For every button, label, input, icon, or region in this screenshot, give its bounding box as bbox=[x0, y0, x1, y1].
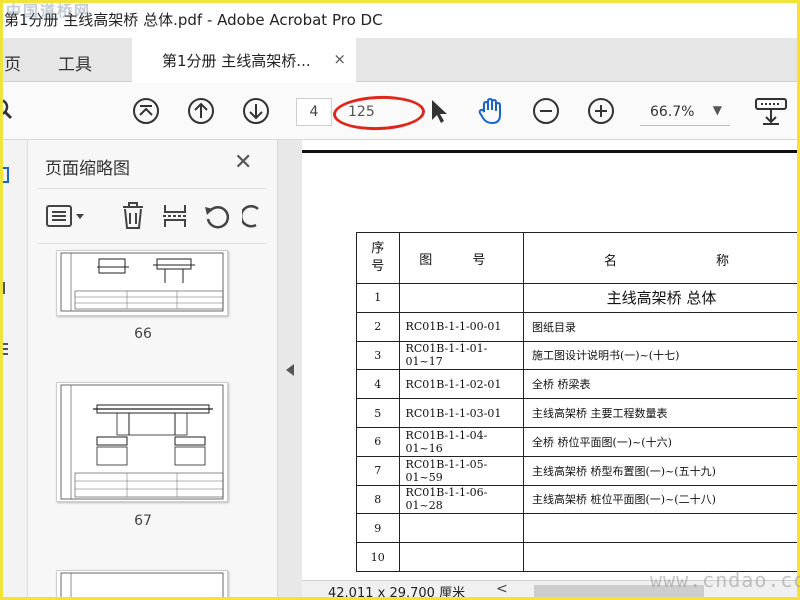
row-drawing-code bbox=[398, 513, 524, 544]
window-titlebar: 第1分册 主线高架桥 总体.pdf - Adobe Acrobat Pro DC bbox=[0, 0, 800, 38]
watermark-top: 中国道桥网 bbox=[6, 2, 92, 20]
previous-page-icon[interactable] bbox=[186, 96, 216, 126]
table-row: 7 RC01B-1-1-05-01~59 主线高架桥 桥型布置图(一)~(五十九) bbox=[356, 455, 800, 486]
row-number: 7 bbox=[356, 455, 400, 486]
row-drawing-code bbox=[398, 542, 524, 572]
header-code: 图 号 bbox=[398, 232, 524, 284]
row-drawing-code: RC01B-1-1-06-01~28 bbox=[398, 484, 524, 515]
rotate-counterclockwise-icon[interactable] bbox=[202, 201, 232, 231]
document-view[interactable]: 序号 图 号 名 称 1 主线高架桥 总体 2 RC01B-1-1-00-01 图纸目录… bbox=[302, 140, 800, 580]
zoom-in-icon[interactable] bbox=[586, 96, 616, 126]
table-row: 5 RC01B-1-1-03-01 主线高架桥 主要工程数量表 bbox=[356, 398, 800, 428]
search-icon[interactable] bbox=[0, 96, 24, 126]
row-number: 5 bbox=[356, 398, 400, 428]
left-rail bbox=[0, 140, 28, 600]
thumbnail-label: 66 bbox=[134, 326, 152, 342]
row-drawing-code bbox=[398, 283, 524, 313]
header-no: 序号 bbox=[356, 232, 400, 284]
table-row: 2 RC01B-1-1-00-01 图纸目录 bbox=[356, 311, 800, 342]
table-row: 9 bbox=[356, 513, 800, 544]
row-number: 8 bbox=[356, 484, 400, 515]
delete-page-icon[interactable] bbox=[120, 201, 146, 231]
row-drawing-name: 全桥 桥位平面图(一)~(十六) bbox=[522, 426, 800, 457]
hand-tool-icon[interactable] bbox=[476, 96, 506, 126]
tab-home[interactable]: 页 bbox=[4, 50, 21, 75]
tab-document[interactable]: 第1分册 主线高架桥... × bbox=[132, 38, 356, 82]
page-thumbnail-68[interactable] bbox=[56, 570, 228, 600]
thumbnail-drawing bbox=[60, 252, 224, 312]
table-row: 3 RC01B-1-1-01-01~17 施工图设计说明书(一)~(十七) bbox=[356, 340, 800, 371]
header-name: 名 称 bbox=[522, 232, 800, 284]
page-thumbnail-66[interactable] bbox=[56, 250, 228, 316]
row-drawing-code: RC01B-1-1-03-01 bbox=[398, 398, 524, 428]
row-number: 10 bbox=[356, 542, 400, 572]
row-drawing-name: 主线高架桥 总体 bbox=[522, 283, 800, 313]
header-name-right: 称 bbox=[715, 254, 729, 269]
zoom-out-icon[interactable] bbox=[531, 96, 561, 126]
select-cursor-icon[interactable] bbox=[424, 96, 454, 126]
bookmark-icon[interactable] bbox=[2, 280, 10, 296]
table-header-row: 序号 图 号 名 称 bbox=[356, 232, 800, 284]
thumbnail-drawing bbox=[60, 572, 224, 600]
row-number: 9 bbox=[356, 513, 400, 544]
page-border-line bbox=[302, 150, 800, 153]
row-drawing-name: 主线高架桥 桥型布置图(一)~(五十九) bbox=[522, 455, 800, 486]
row-number: 1 bbox=[356, 283, 400, 313]
page-thumbnail-67[interactable] bbox=[56, 382, 228, 502]
row-drawing-name bbox=[522, 513, 800, 544]
row-number: 4 bbox=[356, 369, 400, 400]
extract-page-icon[interactable] bbox=[162, 201, 188, 231]
tab-document-label: 第1分册 主线高架桥... bbox=[162, 51, 311, 70]
thumbnail-panel: 页面缩略图 ✕ 66 67 bbox=[28, 140, 299, 600]
close-icon[interactable]: ✕ bbox=[234, 150, 252, 175]
row-number: 6 bbox=[356, 426, 400, 457]
row-drawing-code: RC01B-1-1-01-01~17 bbox=[398, 340, 524, 371]
panel-collapse-strip[interactable] bbox=[278, 140, 302, 600]
watermark-bottom: www.cndao.com bbox=[650, 568, 800, 592]
table-row: 1 主线高架桥 总体 bbox=[356, 283, 800, 313]
row-drawing-code: RC01B-1-1-02-01 bbox=[398, 369, 524, 400]
table-row: 8 RC01B-1-1-06-01~28 主线高架桥 桩位平面图(一)~(二十八) bbox=[356, 484, 800, 515]
drawing-index-table: 序号 图 号 名 称 1 主线高架桥 总体 2 RC01B-1-1-00-01 图纸目录… bbox=[356, 232, 800, 572]
tab-tools[interactable]: 工具 bbox=[58, 50, 92, 75]
zoom-select[interactable]: 66.7% ▼ bbox=[640, 98, 730, 126]
current-page-input[interactable]: 4 bbox=[296, 98, 332, 126]
row-drawing-name: 施工图设计说明书(一)~(十七) bbox=[522, 340, 800, 371]
page-size-readout: 42.011 x 29.700 厘米 bbox=[328, 586, 466, 600]
zoom-value: 66.7% bbox=[650, 103, 695, 120]
page-thumbnails-icon[interactable] bbox=[0, 166, 10, 186]
scroll-left-icon[interactable]: < bbox=[496, 581, 508, 597]
table-body: 1 主线高架桥 总体 2 RC01B-1-1-00-01 图纸目录 3 RC01B-1-1-… bbox=[356, 283, 800, 572]
chevron-down-icon: ▼ bbox=[712, 103, 722, 117]
rotate-clockwise-icon[interactable] bbox=[242, 201, 266, 231]
thumbnail-drawing bbox=[60, 384, 224, 500]
header-name-left: 名 bbox=[603, 254, 617, 269]
row-drawing-name: 主线高架桥 桩位平面图(一)~(二十八) bbox=[522, 484, 800, 515]
first-page-icon[interactable] bbox=[131, 96, 161, 126]
thumbnail-label: 67 bbox=[134, 513, 152, 529]
table-row: 6 RC01B-1-1-04-01~16 全桥 桥位平面图(一)~(十六) bbox=[356, 426, 800, 457]
tab-bar: 页 工具 第1分册 主线高架桥... × bbox=[0, 38, 800, 82]
collapse-panel-icon[interactable] bbox=[286, 364, 294, 376]
row-drawing-code: RC01B-1-1-00-01 bbox=[398, 311, 524, 342]
next-page-icon[interactable] bbox=[241, 96, 271, 126]
keyboard-download-icon[interactable] bbox=[754, 96, 788, 126]
row-drawing-code: RC01B-1-1-04-01~16 bbox=[398, 426, 524, 457]
row-number: 3 bbox=[356, 340, 400, 371]
row-drawing-name: 主线高架桥 主要工程数量表 bbox=[522, 398, 800, 428]
panel-title: 页面缩略图 bbox=[45, 159, 130, 179]
tab-close-icon[interactable]: × bbox=[333, 50, 346, 68]
options-menu-icon[interactable] bbox=[46, 203, 88, 229]
row-number: 2 bbox=[356, 311, 400, 342]
thumbnail-tools bbox=[38, 188, 266, 244]
row-drawing-name: 图纸目录 bbox=[522, 311, 800, 342]
table-row: 4 RC01B-1-1-02-01 全桥 桥梁表 bbox=[356, 369, 800, 400]
row-drawing-name: 全桥 桥梁表 bbox=[522, 369, 800, 400]
row-drawing-code: RC01B-1-1-05-01~59 bbox=[398, 455, 524, 486]
layers-icon[interactable] bbox=[0, 340, 10, 358]
